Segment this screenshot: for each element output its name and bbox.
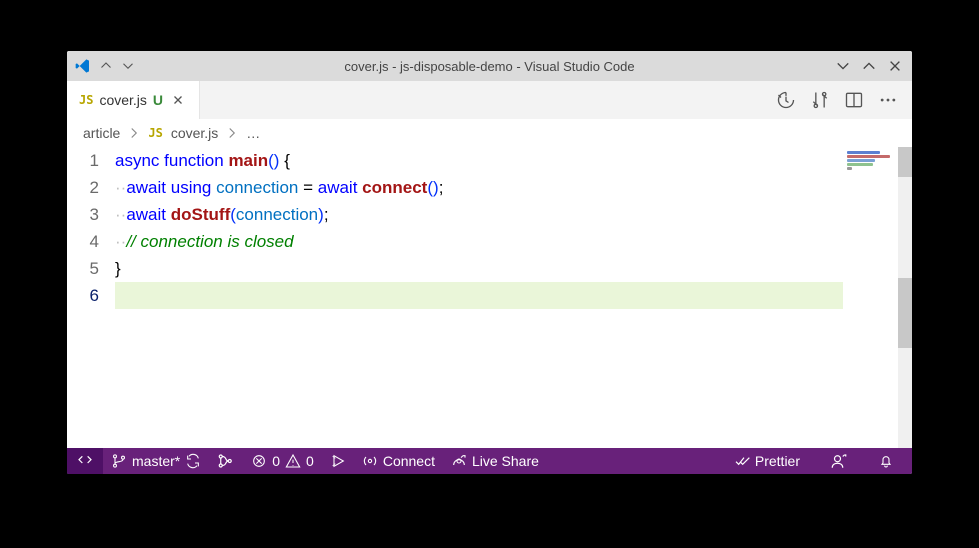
overview-marker [898, 278, 912, 348]
vertical-scrollbar[interactable] [898, 147, 912, 448]
line-number: 2 [67, 174, 99, 201]
scrollbar-thumb[interactable] [898, 147, 912, 177]
line-number: 3 [67, 201, 99, 228]
branch-name: master* [132, 453, 180, 469]
prettier-label: Prettier [755, 453, 800, 469]
live-share-button[interactable]: Live Share [443, 448, 547, 474]
breadcrumb-trailing[interactable]: … [246, 125, 260, 141]
double-check-icon [734, 453, 750, 469]
code-line: ··await doStuff(connection); [115, 201, 843, 228]
code-line-current [115, 282, 843, 309]
line-number: 5 [67, 255, 99, 282]
js-file-icon: JS [79, 93, 93, 107]
tab-close-icon[interactable] [169, 91, 187, 109]
feedback-icon [830, 452, 848, 470]
minimize-icon[interactable] [836, 59, 850, 73]
git-status-badge: U [153, 92, 163, 108]
line-number: 4 [67, 228, 99, 255]
line-number-current: 6 [67, 282, 99, 309]
connect-button[interactable]: Connect [354, 448, 443, 474]
breadcrumb[interactable]: article JS cover.js … [67, 119, 912, 147]
tab-cover-js[interactable]: JS cover.js U [67, 81, 200, 119]
editor-actions [776, 81, 912, 119]
notifications-button[interactable] [870, 448, 902, 474]
connect-label: Connect [383, 453, 435, 469]
debug-button[interactable] [322, 448, 354, 474]
js-file-icon: JS [148, 126, 162, 140]
editor-area[interactable]: 1 2 3 4 5 6 async function main() { ··aw… [67, 147, 912, 448]
prettier-button[interactable]: Prettier [726, 448, 808, 474]
code-line: } [115, 255, 843, 282]
status-bar: master* 0 0 Connect Live Share [67, 448, 912, 474]
code-line: ··// connection is closed [115, 228, 843, 255]
tab-bar: JS cover.js U [67, 81, 912, 119]
close-icon[interactable] [888, 59, 902, 73]
vscode-logo-icon [75, 58, 91, 74]
error-icon [251, 453, 267, 469]
broadcast-icon [362, 453, 378, 469]
problems-button[interactable]: 0 0 [243, 448, 322, 474]
minimap-content [847, 151, 894, 171]
maximize-icon[interactable] [862, 59, 876, 73]
code-line: async function main() { [115, 147, 843, 174]
vscode-window: cover.js - js-disposable-demo - Visual S… [67, 51, 912, 474]
status-bar-left: master* 0 0 Connect Live Share [67, 448, 547, 474]
live-share-label: Live Share [472, 453, 539, 469]
window-title: cover.js - js-disposable-demo - Visual S… [344, 59, 634, 74]
chevron-up-icon[interactable] [99, 59, 113, 73]
more-actions-icon[interactable] [878, 90, 898, 110]
code-line: ··await using connection = await connect… [115, 174, 843, 201]
live-share-icon [451, 453, 467, 469]
timeline-icon[interactable] [776, 90, 796, 110]
breadcrumb-segment-folder[interactable]: article [83, 125, 120, 141]
remote-button[interactable] [67, 448, 103, 474]
feedback-button[interactable] [822, 448, 856, 474]
chevron-right-icon [226, 127, 238, 139]
compare-changes-icon[interactable] [810, 90, 830, 110]
chevron-right-icon [128, 127, 140, 139]
titlebar-left [67, 58, 135, 74]
line-number-gutter: 1 2 3 4 5 6 [67, 147, 115, 448]
breadcrumb-segment-file[interactable]: cover.js [171, 125, 218, 141]
code-content[interactable]: async function main() { ··await using co… [115, 147, 843, 448]
graph-button[interactable] [209, 448, 243, 474]
branch-button[interactable]: master* [103, 448, 209, 474]
line-number: 1 [67, 147, 99, 174]
titlebar: cover.js - js-disposable-demo - Visual S… [67, 51, 912, 81]
sync-icon [185, 453, 201, 469]
warning-icon [285, 453, 301, 469]
split-editor-icon[interactable] [844, 90, 864, 110]
chevron-down-icon[interactable] [121, 59, 135, 73]
window-controls [836, 59, 912, 73]
warning-count: 0 [306, 453, 314, 469]
error-count: 0 [272, 453, 280, 469]
minimap[interactable] [843, 147, 898, 448]
status-bar-right: Prettier [726, 448, 912, 474]
bell-icon [878, 453, 894, 469]
tab-filename: cover.js [99, 92, 146, 108]
